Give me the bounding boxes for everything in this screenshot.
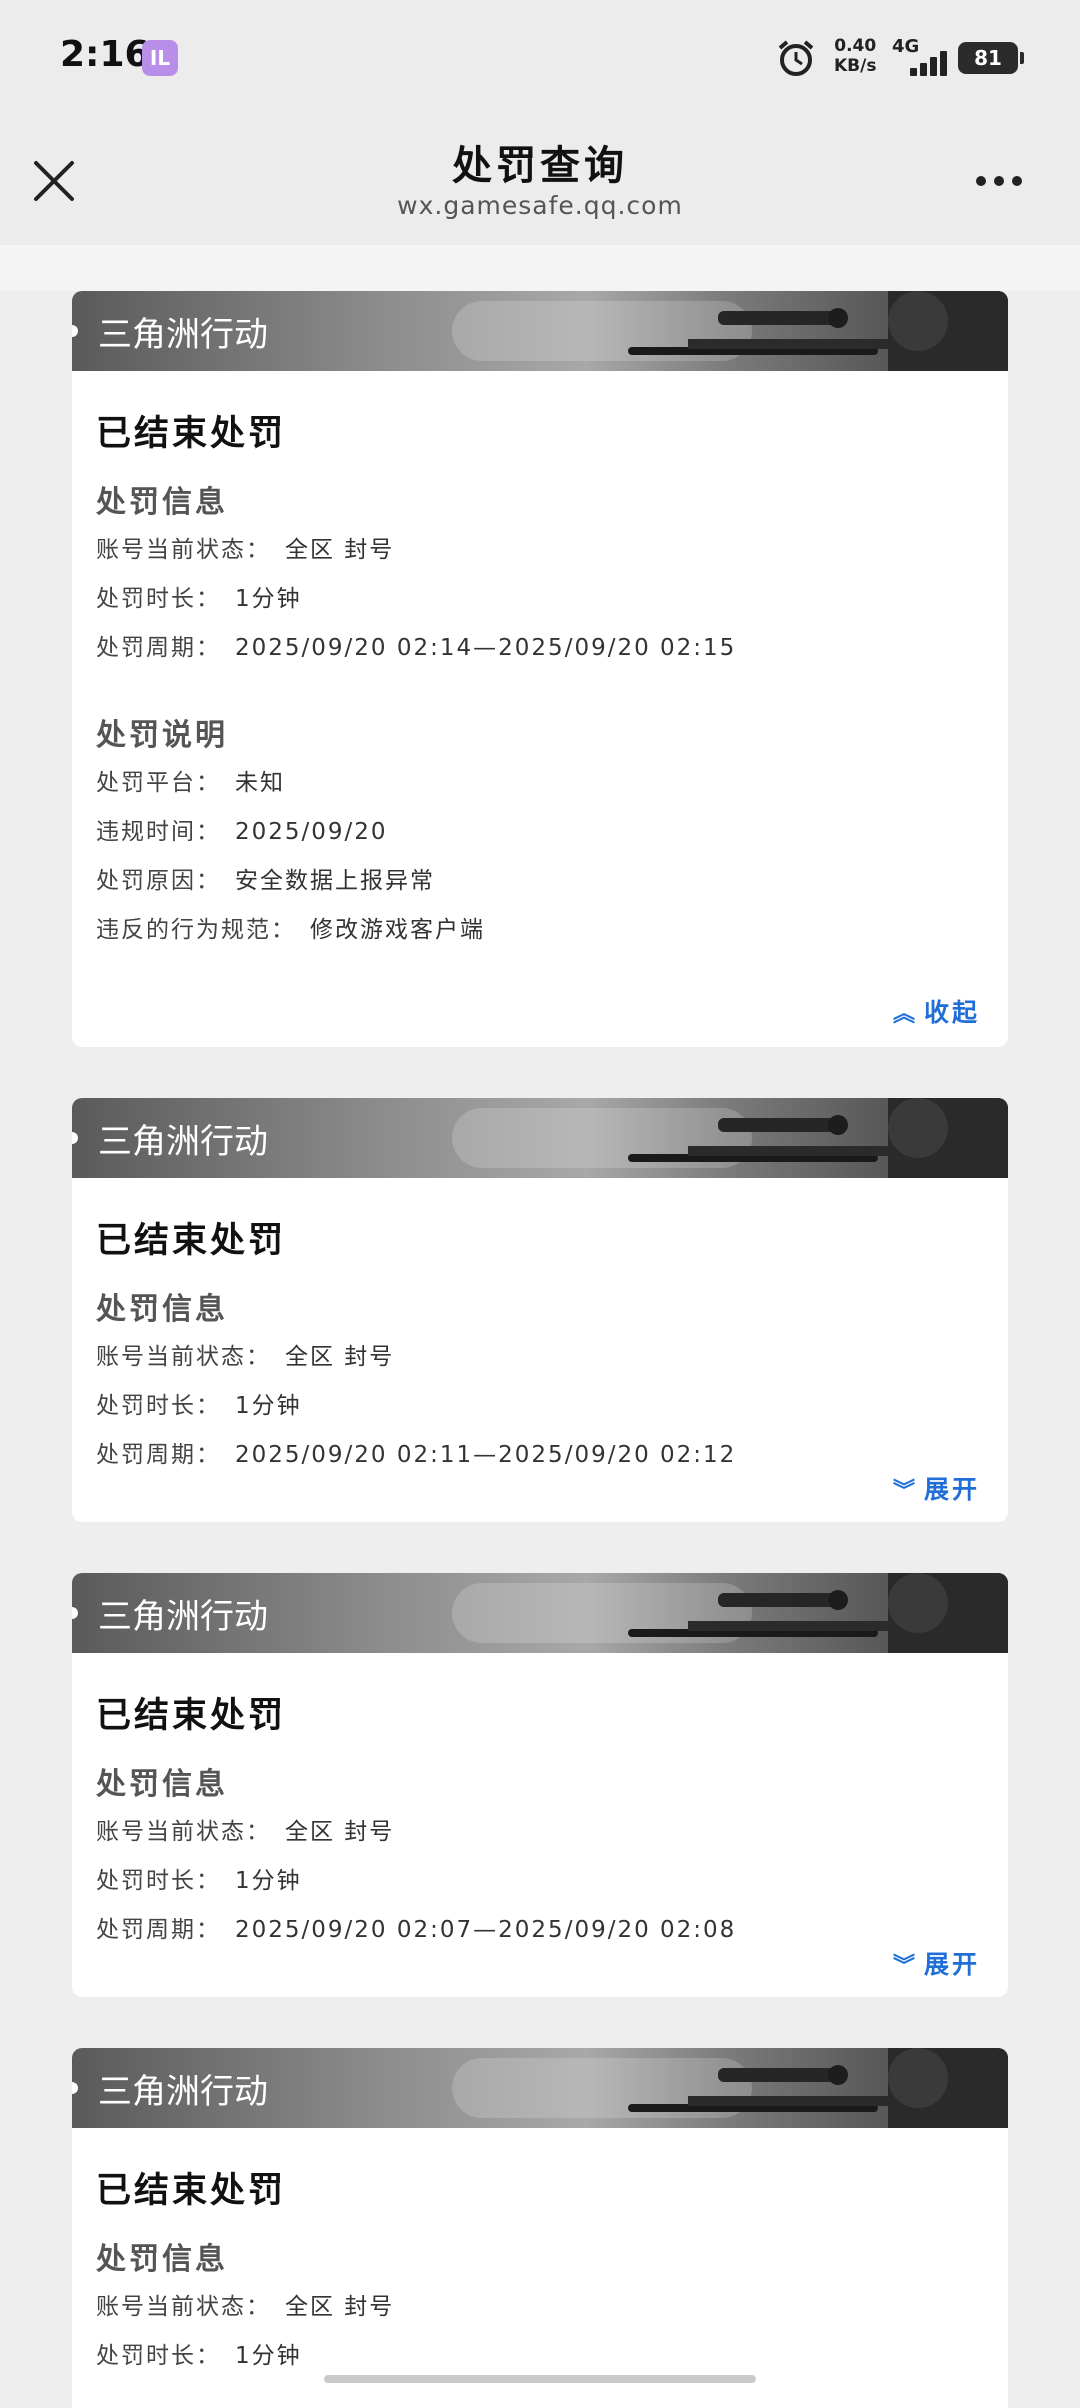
alarm-icon — [778, 40, 814, 76]
card-banner: 三角洲行动 — [72, 291, 1008, 371]
punishment-card: 三角洲行动 已结束处罚 处罚信息 账号当前状态： 全区 封号 处罚时长： 1分钟 处… — [72, 1573, 1008, 1997]
account-state-row: 账号当前状态： 全区 封号 — [96, 1344, 395, 1370]
violation-time-row: 违规时间： 2025/09/20 — [96, 819, 388, 845]
expand-button[interactable]: ︾ 展开 — [893, 1945, 980, 1981]
punishment-status: 已结束处罚 — [96, 2171, 287, 2211]
account-state-row: 账号当前状态： 全区 封号 — [96, 537, 395, 563]
platform-row: 处罚平台： 未知 — [96, 770, 285, 796]
card-banner: 三角洲行动 — [72, 1098, 1008, 1178]
status-bar: 2:16 IL 0.40 KB/s 4G 81 — [0, 0, 1080, 115]
game-name: 三角洲行动 — [98, 1122, 268, 1162]
game-art-icon — [628, 291, 1008, 371]
status-time: 2:16 — [60, 34, 150, 75]
net-speed-unit: KB/s — [834, 56, 877, 76]
card-banner: 三角洲行动 — [72, 2048, 1008, 2128]
game-art-icon — [628, 1573, 1008, 1653]
game-name: 三角洲行动 — [98, 1597, 268, 1637]
page-header: 处罚查询 wx.gamesafe.qq.com — [0, 115, 1080, 245]
net-speed: 0.40 KB/s — [834, 36, 876, 76]
page-title: 处罚查询 — [452, 143, 628, 189]
duration-row: 处罚时长： 1分钟 — [96, 1393, 302, 1419]
punishment-card: 三角洲行动 已结束处罚 处罚信息 账号当前状态： 全区 封号 处罚时长： 1分钟 — [72, 2048, 1008, 2408]
account-state-row: 账号当前状态： 全区 封号 — [96, 1819, 395, 1845]
period-row: 处罚周期： 2025/09/20 02:11—2025/09/20 02:12 — [96, 1442, 737, 1468]
info-section-title: 处罚信息 — [96, 2242, 228, 2277]
expand-button[interactable]: ︾ 展开 — [893, 1470, 980, 1506]
period-row: 处罚周期： 2025/09/20 02:14—2025/09/20 02:15 — [96, 635, 737, 661]
net-speed-value: 0.40 — [834, 36, 877, 56]
info-section-title: 处罚信息 — [96, 1292, 228, 1327]
punishment-status: 已结束处罚 — [96, 414, 287, 454]
chevron-double-down-icon: ︾ — [892, 1479, 918, 1504]
period-row: 处罚周期： 2025/09/20 02:07—2025/09/20 02:08 — [96, 1917, 737, 1943]
game-name: 三角洲行动 — [98, 2072, 268, 2112]
info-section-title: 处罚信息 — [96, 485, 228, 520]
more-icon[interactable] — [976, 171, 1032, 186]
card-banner: 三角洲行动 — [72, 1573, 1008, 1653]
header-divider — [0, 245, 1080, 291]
home-indicator[interactable] — [324, 2375, 756, 2383]
chevron-double-down-icon: ︾ — [892, 1954, 918, 1979]
punishment-card: 三角洲行动 已结束处罚 处罚信息 账号当前状态： 全区 封号 处罚时长： 1分钟 处… — [72, 1098, 1008, 1522]
game-name: 三角洲行动 — [98, 315, 268, 355]
punishment-status: 已结束处罚 — [96, 1221, 287, 1261]
account-state-row: 账号当前状态： 全区 封号 — [96, 2294, 395, 2320]
duration-row: 处罚时长： 1分钟 — [96, 1868, 302, 1894]
game-art-icon — [628, 2048, 1008, 2128]
rule-row: 违反的行为规范： 修改游戏客户端 — [96, 917, 485, 943]
app-notification-icon: IL — [142, 40, 178, 76]
chevron-double-up-icon: ︽ — [892, 1002, 918, 1027]
desc-section-title: 处罚说明 — [96, 718, 228, 753]
info-section-title: 处罚信息 — [96, 1767, 228, 1802]
signal-icon — [900, 50, 950, 76]
collapse-button[interactable]: ︽ 收起 — [893, 993, 980, 1029]
punishment-card: 三角洲行动 已结束处罚 处罚信息 账号当前状态： 全区 封号 处罚时长： 1分钟 处… — [72, 291, 1008, 1047]
page-domain: wx.gamesafe.qq.com — [397, 191, 683, 220]
duration-row: 处罚时长： 1分钟 — [96, 586, 302, 612]
punishment-status: 已结束处罚 — [96, 1696, 287, 1736]
game-art-icon — [628, 1098, 1008, 1178]
reason-row: 处罚原因： 安全数据上报异常 — [96, 868, 435, 894]
battery-icon: 81 — [958, 42, 1024, 74]
